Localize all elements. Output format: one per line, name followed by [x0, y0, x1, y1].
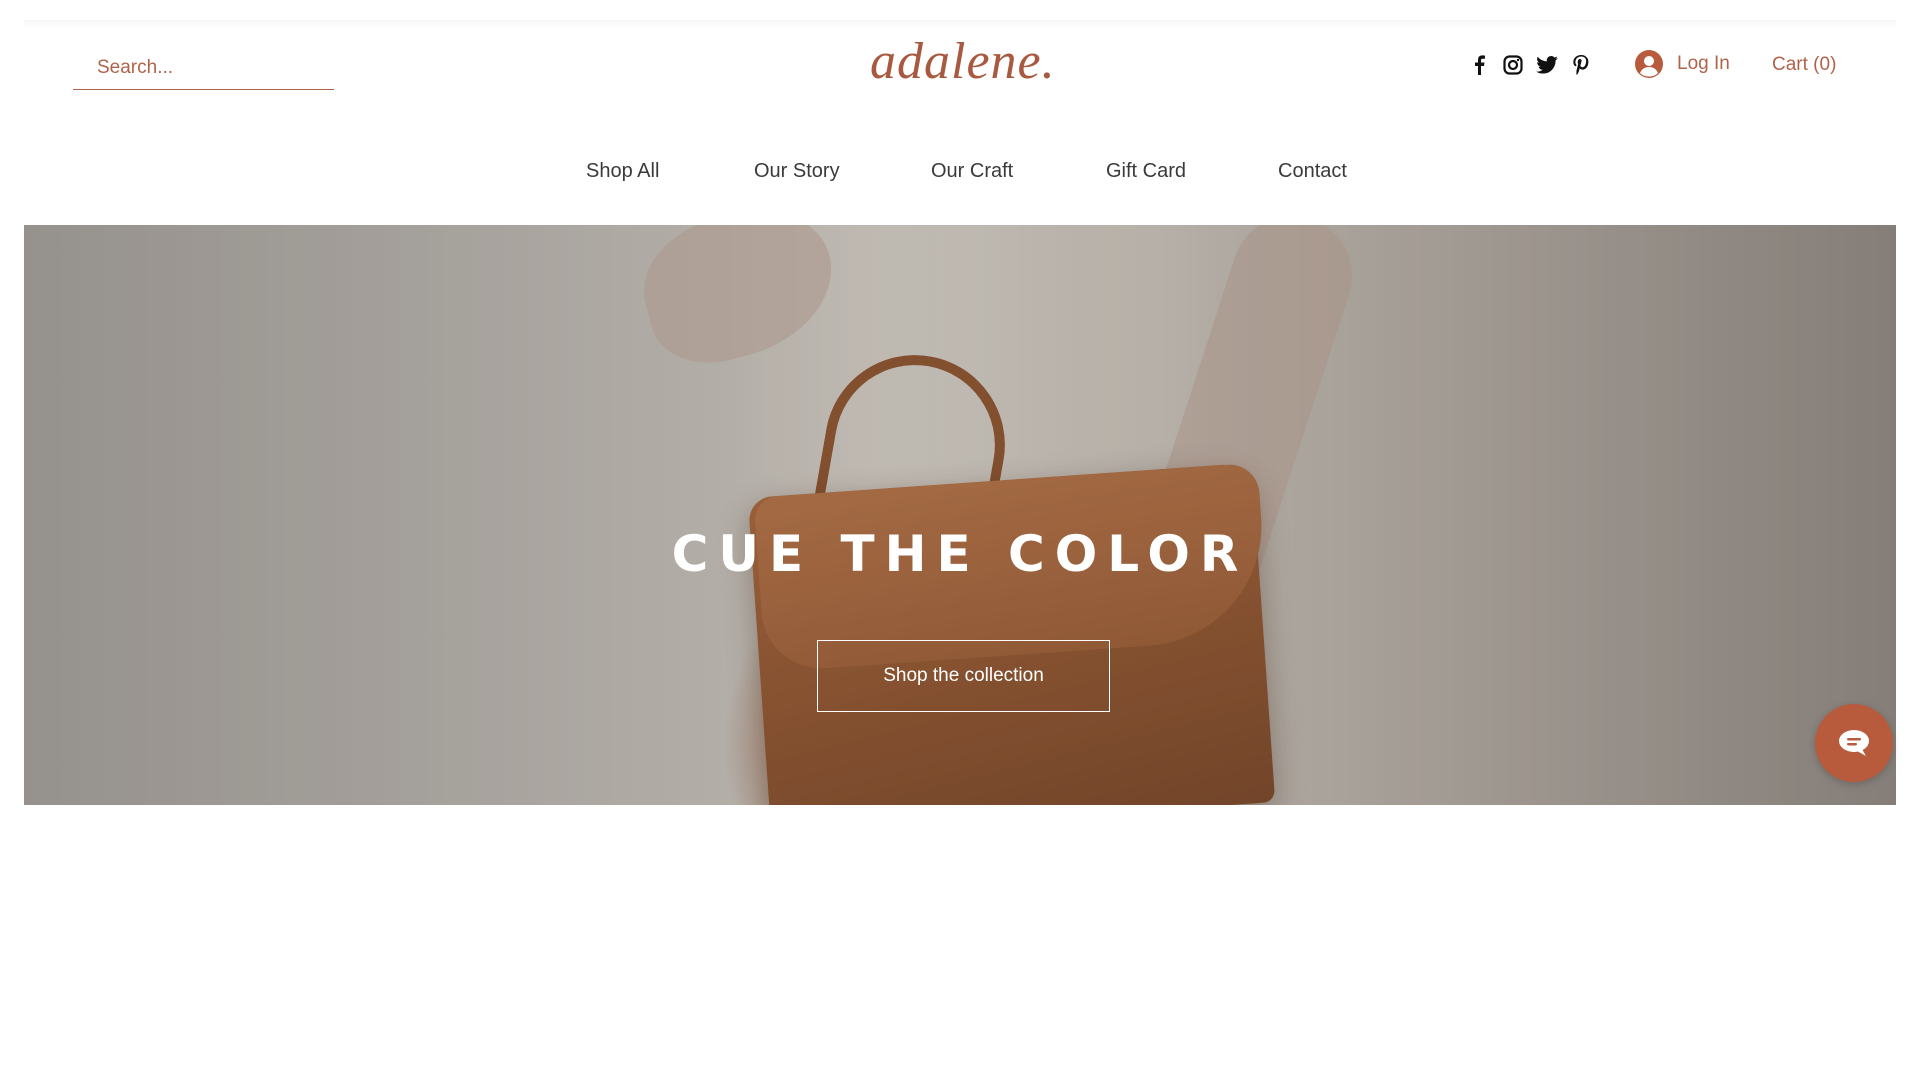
- pinterest-icon[interactable]: [1570, 54, 1592, 76]
- nav-item-contact[interactable]: Contact: [1278, 160, 1347, 183]
- nav-item-our-story[interactable]: Our Story: [754, 160, 840, 183]
- hero-overlay: [24, 225, 1896, 805]
- chat-icon: [1839, 730, 1869, 756]
- login-button[interactable]: Log In: [1635, 50, 1730, 78]
- login-label: Log In: [1677, 53, 1730, 74]
- search-bar[interactable]: [73, 46, 344, 90]
- twitter-icon[interactable]: [1536, 54, 1558, 76]
- nav-item-shop-all[interactable]: Shop All: [586, 160, 659, 183]
- social-links: [1468, 54, 1592, 76]
- main-nav: Shop All Our Story Our Craft Gift Card C…: [0, 160, 1920, 190]
- hero-title: CUE THE COLOR: [671, 525, 1249, 583]
- instagram-icon[interactable]: [1502, 54, 1524, 76]
- chat-button[interactable]: [1815, 704, 1893, 782]
- search-input[interactable]: [95, 55, 344, 80]
- site-logo[interactable]: adalene.: [870, 32, 1055, 92]
- nav-item-gift-card[interactable]: Gift Card: [1106, 160, 1186, 183]
- topbar-shadow: [24, 20, 1896, 28]
- facebook-icon[interactable]: [1468, 54, 1490, 76]
- cart-link[interactable]: Cart (0): [1772, 54, 1836, 76]
- hero-banner: CUE THE COLOR Shop the collection: [24, 225, 1896, 805]
- shop-collection-button[interactable]: Shop the collection: [817, 640, 1110, 712]
- nav-item-our-craft[interactable]: Our Craft: [931, 160, 1013, 183]
- user-avatar-icon: [1635, 50, 1663, 78]
